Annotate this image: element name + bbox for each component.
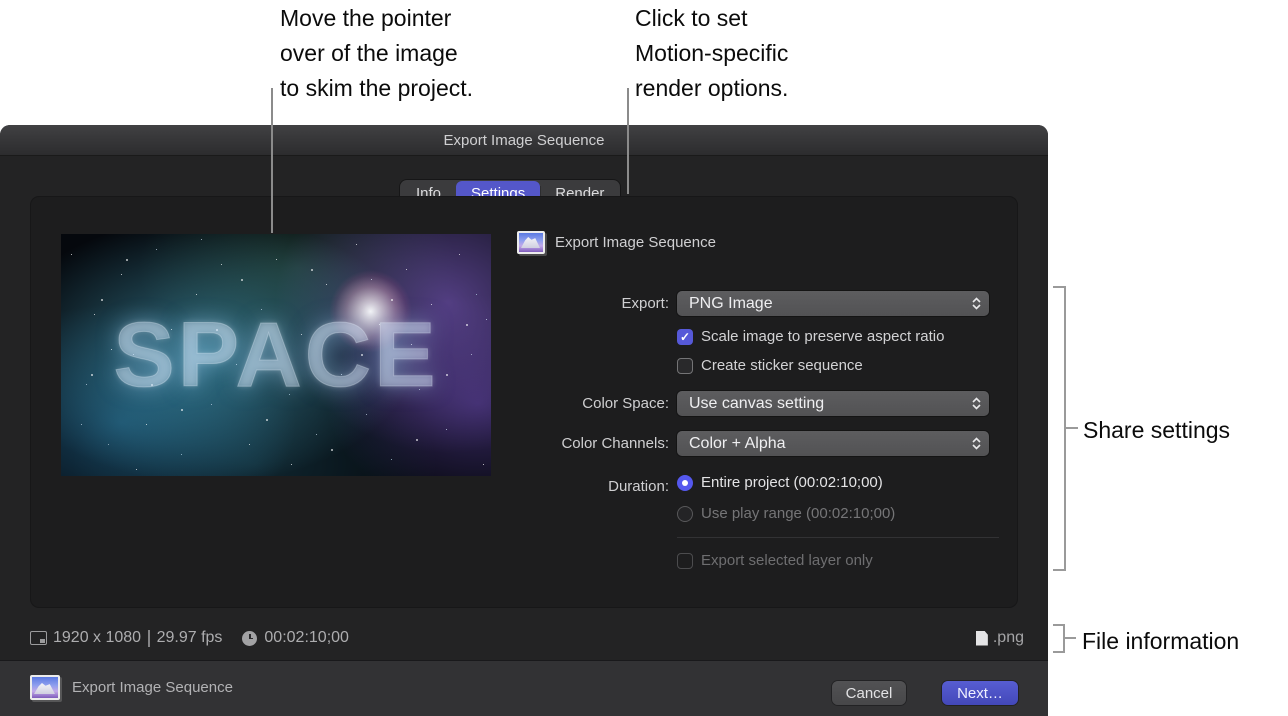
footer-title-group: Export Image Sequence (30, 675, 233, 700)
callout-render-line-3: render options. (635, 71, 788, 106)
file-info-bar: 1920 x 1080 29.97 fps 00:02:10;00 (30, 623, 349, 653)
scale-checkbox-label: Scale image to preserve aspect ratio (701, 328, 944, 345)
duration-play-range-label: Use play range (00:02:10;00) (701, 505, 895, 522)
file-information-callout: File information (1082, 624, 1239, 659)
callout-render-line-1: Click to set (635, 1, 788, 36)
image-sequence-icon (30, 675, 60, 700)
image-sequence-icon (517, 231, 545, 254)
duration-play-range-radio[interactable] (677, 506, 693, 522)
popup-chevrons-icon (972, 437, 981, 450)
duration-entire-project-radio[interactable] (677, 475, 693, 491)
color-channels-popup[interactable]: Color + Alpha (677, 431, 989, 456)
export-label: Export: (517, 295, 669, 312)
export-popup[interactable]: PNG Image (677, 291, 989, 316)
form-heading-row: Export Image Sequence (517, 231, 716, 254)
export-selected-layer-label: Export selected layer only (701, 552, 873, 569)
callout-render-line-2: Motion-specific (635, 36, 788, 71)
resolution-icon (30, 631, 47, 645)
clock-icon (242, 631, 257, 646)
callout-skim-line-2: over of the image (280, 36, 473, 71)
info-separator (148, 630, 150, 647)
file-extension: .png (993, 629, 1024, 647)
file-extension-group: .png (976, 623, 1024, 653)
callout-skim-line-1: Move the pointer (280, 1, 473, 36)
title-bar[interactable]: Export Image Sequence (0, 125, 1048, 156)
file-information-bracket-tick (1063, 637, 1076, 639)
color-space-popup[interactable]: Use canvas setting (677, 391, 989, 416)
footer-title: Export Image Sequence (72, 679, 233, 696)
export-selected-layer-row: Export selected layer only (677, 552, 873, 569)
export-selected-layer-checkbox[interactable] (677, 553, 693, 569)
callout-skim-text: Move the pointer over of the image to sk… (280, 1, 473, 106)
color-channels-popup-value: Color + Alpha (689, 435, 972, 453)
callout-skim-line-3: to skim the project. (280, 71, 473, 106)
resolution-value: 1920 x 1080 (53, 629, 141, 647)
sticker-checkbox-row: Create sticker sequence (677, 357, 863, 374)
callout-skim-pointer-line (271, 88, 273, 233)
cancel-button[interactable]: Cancel (832, 681, 906, 705)
duration-value: 00:02:10;00 (264, 629, 349, 647)
duration-entire-project-label: Entire project (00:02:10;00) (701, 474, 883, 491)
color-space-label: Color Space: (517, 395, 669, 412)
share-settings-bracket-tick (1064, 427, 1078, 429)
color-space-popup-value: Use canvas setting (689, 395, 972, 413)
export-popup-value: PNG Image (689, 295, 972, 313)
sticker-checkbox-label: Create sticker sequence (701, 357, 863, 374)
scale-checkbox[interactable]: ✓ (677, 329, 693, 345)
fps-value: 29.97 fps (157, 629, 223, 647)
form-heading: Export Image Sequence (555, 234, 716, 251)
next-button[interactable]: Next… (942, 681, 1018, 705)
callout-render-text: Click to set Motion-specific render opti… (635, 1, 788, 106)
window-title: Export Image Sequence (444, 132, 605, 149)
document-icon (976, 631, 988, 646)
share-settings-callout: Share settings (1083, 413, 1230, 448)
duration-entire-project-row: Entire project (00:02:10;00) (677, 474, 883, 491)
scale-checkbox-row: ✓ Scale image to preserve aspect ratio (677, 328, 944, 345)
preview-title-text: SPACE (61, 234, 491, 476)
project-preview-image[interactable]: SPACE (61, 234, 491, 476)
export-image-sequence-dialog: Export Image Sequence Info Settings Rend… (0, 125, 1048, 716)
popup-chevrons-icon (972, 397, 981, 410)
settings-panel: SPACE Export Image Sequence Export: PNG … (30, 196, 1018, 608)
sticker-checkbox[interactable] (677, 358, 693, 374)
share-settings-bracket-bottom (1053, 569, 1066, 571)
color-channels-label: Color Channels: (517, 435, 669, 452)
popup-chevrons-icon (972, 297, 981, 310)
duration-play-range-row: Use play range (00:02:10;00) (677, 505, 895, 522)
duration-label: Duration: (517, 478, 669, 495)
callout-render-pointer-line (627, 88, 629, 194)
file-information-bracket-bottom (1053, 651, 1065, 653)
form-divider (677, 537, 999, 538)
footer-bar: Export Image Sequence Cancel Next… (0, 660, 1048, 716)
